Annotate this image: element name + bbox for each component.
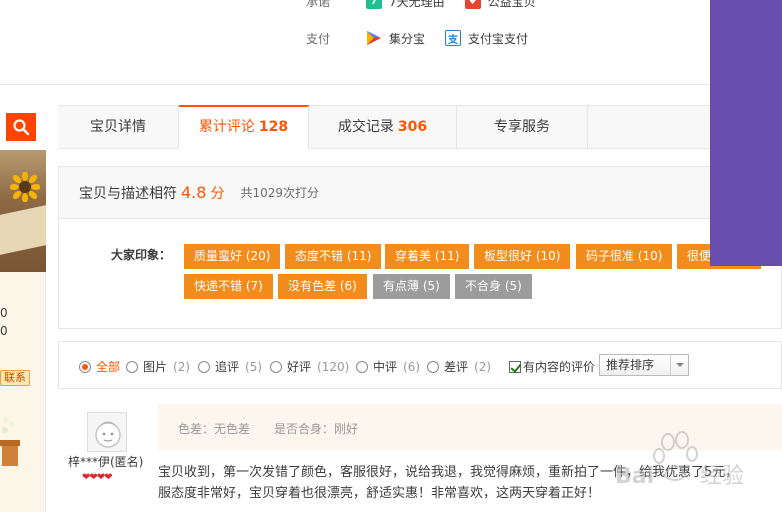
impression-tag[interactable]: 穿着美 (11) bbox=[385, 244, 470, 269]
impression-tag[interactable]: 没有色差 (6) bbox=[278, 274, 367, 299]
filter-positive-label: 好评 bbox=[287, 360, 312, 374]
jifenbao-icon bbox=[367, 31, 381, 45]
alipay-icon: 支 bbox=[445, 30, 462, 46]
potted-plant-icon bbox=[0, 417, 20, 466]
charity-icon: ♥ bbox=[464, 0, 481, 9]
radio-icon bbox=[356, 360, 368, 373]
tab-details[interactable]: 宝贝详情 bbox=[58, 106, 179, 149]
filter-images-count: (2) bbox=[173, 359, 191, 374]
rating-title: 宝贝与描述相符 bbox=[79, 185, 177, 202]
impression-tag[interactable]: 不合身 (5) bbox=[455, 274, 532, 299]
rating-summary: 宝贝与描述相符 4.8 分 共1029次打分 大家印象： 质量蛮好 (20) 态… bbox=[58, 166, 782, 329]
tab-transactions[interactable]: 成交记录 306 bbox=[309, 106, 457, 149]
filter-followup[interactable]: 追评 (5) bbox=[198, 358, 262, 375]
charity-link[interactable]: ♥ 公益宝贝 bbox=[464, 0, 536, 10]
detail-tab-bar: 宝贝详情 累计评论 128 成交记录 306 专享服务 bbox=[58, 105, 782, 149]
radio-icon bbox=[126, 360, 138, 373]
radio-icon bbox=[79, 360, 91, 373]
sunflower-icon bbox=[10, 172, 40, 202]
shop-info-panel: 0 0 bbox=[0, 272, 46, 512]
wood-sign bbox=[0, 205, 46, 255]
filter-images[interactable]: 图片 (2) bbox=[126, 358, 190, 375]
impression-tag[interactable]: 板型很好 (10) bbox=[474, 244, 571, 269]
filter-positive-count: (120) bbox=[317, 359, 350, 374]
search-icon bbox=[13, 119, 30, 136]
tab-transactions-count: 306 bbox=[397, 119, 428, 135]
filter-all[interactable]: 全部 bbox=[79, 358, 120, 375]
radio-icon bbox=[270, 360, 282, 373]
filter-followup-count: (5) bbox=[245, 359, 263, 374]
filter-neutral[interactable]: 中评 (6) bbox=[356, 358, 420, 375]
filter-positive[interactable]: 好评 (120) bbox=[270, 358, 349, 375]
section-divider bbox=[0, 84, 710, 85]
tab-details-label: 宝贝详情 bbox=[90, 119, 146, 135]
default-avatar-icon bbox=[95, 421, 121, 448]
tab-reviews-label: 累计评论 bbox=[198, 119, 255, 135]
jifenbao-label: 集分宝 bbox=[389, 31, 426, 46]
rating-score: 4.8 bbox=[181, 183, 207, 202]
impression-tag[interactable]: 有点薄 (5) bbox=[373, 274, 450, 299]
seven-day-return-link[interactable]: 7 7天无理由 bbox=[366, 0, 445, 10]
filter-images-label: 图片 bbox=[143, 360, 168, 374]
promise-label: 承诺 bbox=[306, 0, 331, 9]
rating-count: 共1029次打分 bbox=[240, 186, 319, 200]
review-filter-bar: 全部 图片 (2) 追评 (5) 好评 (120) 中评 (6) 差评 (2) bbox=[58, 341, 782, 389]
color-diff-attr: 色差：无色差 bbox=[178, 422, 251, 436]
purple-overlay-panel bbox=[710, 0, 782, 266]
impression-tag[interactable]: 快递不错 (7) bbox=[184, 274, 273, 299]
tab-reviews-count: 128 bbox=[258, 119, 289, 135]
fit-attr: 是否合身：刚好 bbox=[274, 422, 359, 436]
payment-label: 支付 bbox=[306, 31, 331, 46]
review-text-line: 宝贝收到，第一次发错了颜色，客服很好，说给我退，我觉得麻烦，重新拍了一件，给我优… bbox=[158, 465, 739, 480]
tab-services[interactable]: 专享服务 bbox=[457, 106, 588, 149]
avatar[interactable] bbox=[87, 412, 127, 452]
review-text-line: 服态度非常好，宝贝穿着也很漂亮，舒适实惠！非常喜欢，这两天穿着正好！ bbox=[158, 486, 601, 501]
service-payment-row: 支付 集分宝 支 支付宝支付 bbox=[306, 28, 548, 48]
filter-all-label: 全部 bbox=[96, 360, 121, 374]
shop-stat-1: 0 bbox=[0, 306, 8, 320]
rating-header: 宝贝与描述相符 4.8 分 共1029次打分 bbox=[59, 167, 781, 219]
charity-label: 公益宝贝 bbox=[487, 0, 536, 9]
radio-icon bbox=[198, 360, 210, 373]
filter-negative[interactable]: 差评 (2) bbox=[427, 358, 491, 375]
filter-negative-label: 差评 bbox=[444, 360, 469, 374]
content-only-label: 有内容的评价 bbox=[523, 360, 596, 374]
reviewer-name: 梓***伊(匿名) bbox=[68, 455, 144, 469]
tab-transactions-label: 成交记录 bbox=[337, 119, 394, 135]
shop-banner-image bbox=[0, 150, 46, 272]
tab-reviews[interactable]: 累计评论 128 bbox=[179, 105, 309, 149]
sort-select[interactable]: 推荐排序 bbox=[599, 354, 689, 376]
alipay-link[interactable]: 支 支付宝支付 bbox=[445, 30, 528, 47]
filter-followup-label: 追评 bbox=[215, 360, 240, 374]
contact-seller-button[interactable]: 联系 bbox=[0, 370, 30, 386]
filter-neutral-label: 中评 bbox=[373, 360, 398, 374]
impressions-label: 大家印象： bbox=[111, 248, 172, 262]
content-only-checkbox[interactable]: 有内容的评价 bbox=[509, 358, 595, 375]
review-attributes: 色差：无色差 是否合身：刚好 bbox=[158, 404, 782, 450]
search-button[interactable] bbox=[6, 113, 36, 141]
seven-day-label: 7天无理由 bbox=[389, 0, 445, 9]
filter-negative-count: (2) bbox=[474, 359, 492, 374]
review-content: 宝贝收到，第一次发错了颜色，客服很好，说给我退，我觉得麻烦，重新拍了一件，给我优… bbox=[158, 462, 782, 504]
impression-tag[interactable]: 码子很准 (10) bbox=[576, 244, 673, 269]
seven-day-icon: 7 bbox=[366, 0, 382, 9]
filter-neutral-count: (6) bbox=[403, 359, 421, 374]
checkbox-icon bbox=[509, 360, 521, 373]
radio-icon bbox=[427, 360, 439, 373]
buyer-credit-hearts-icon: ❤❤❤❤ bbox=[82, 472, 112, 483]
jifenbao-link[interactable]: 集分宝 bbox=[366, 30, 425, 47]
impression-tag[interactable]: 质量蛮好 (20) bbox=[184, 244, 281, 269]
tab-services-label: 专享服务 bbox=[494, 119, 550, 135]
product-page: 承诺 7 7天无理由 ♥ 公益宝贝 支付 集分宝 支 支付宝支付 0 0 联系 … bbox=[0, 0, 782, 512]
sort-select-value: 推荐排序 bbox=[606, 358, 655, 372]
service-promise-row: 承诺 7 7天无理由 ♥ 公益宝贝 bbox=[306, 0, 556, 11]
chevron-down-icon bbox=[670, 355, 688, 375]
shop-stat-2: 0 bbox=[0, 324, 8, 338]
rating-unit: 分 bbox=[210, 185, 225, 202]
alipay-label: 支付宝支付 bbox=[468, 31, 529, 46]
impression-tag[interactable]: 态度不错 (11) bbox=[285, 244, 382, 269]
